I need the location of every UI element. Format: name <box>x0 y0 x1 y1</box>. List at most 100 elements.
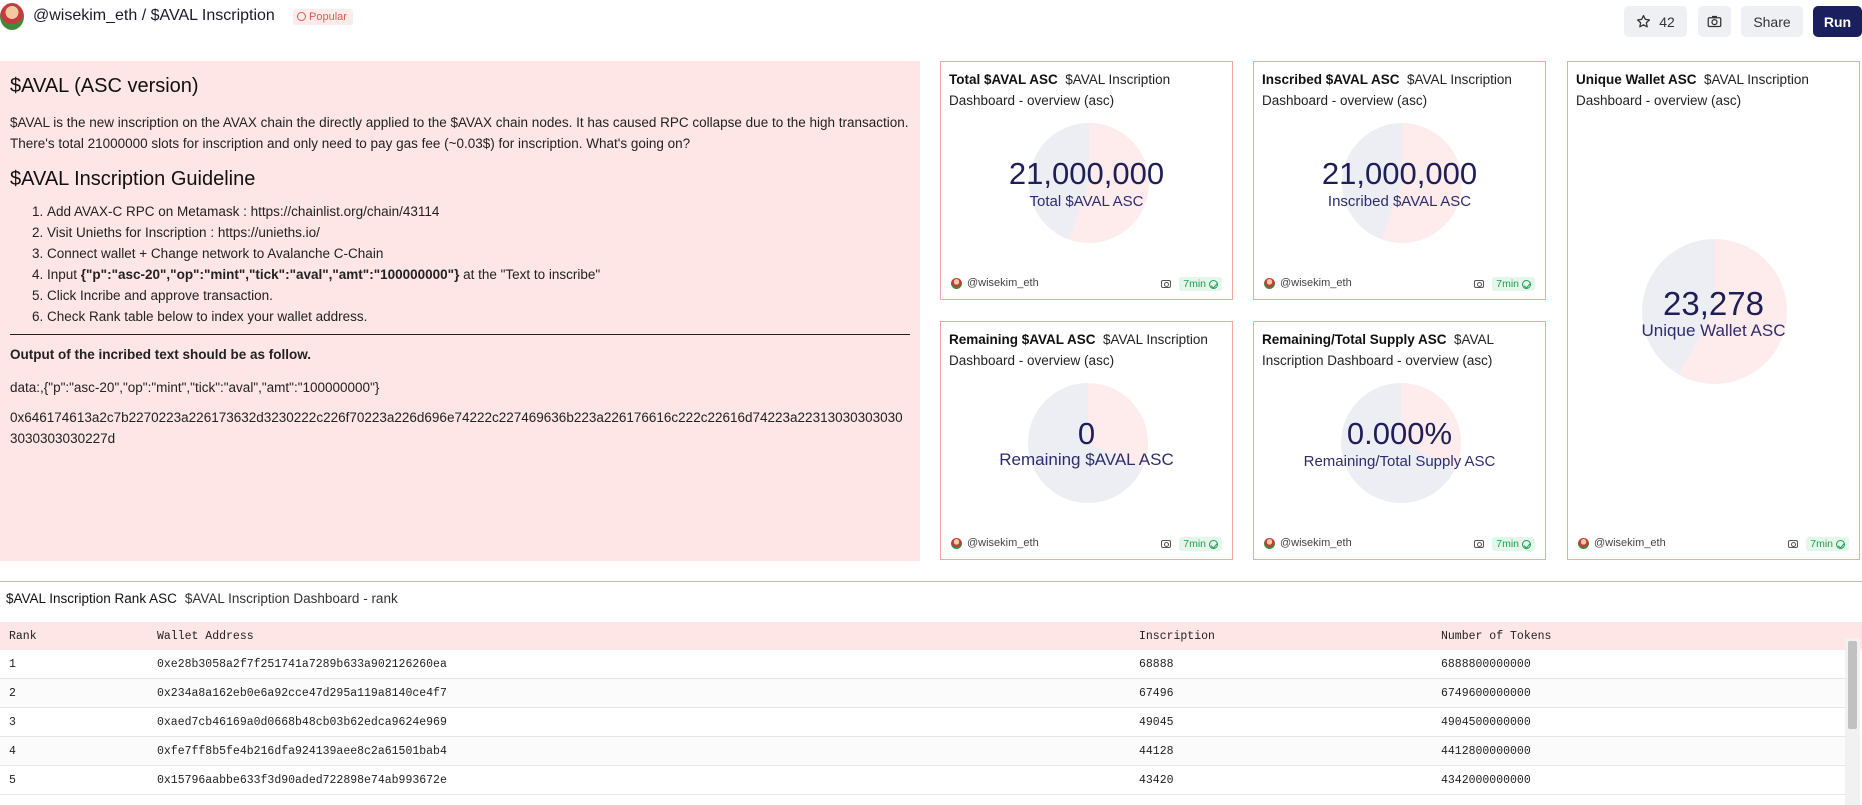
screenshot-button[interactable] <box>1698 6 1731 37</box>
cell-inscription: 44128 <box>1139 745 1174 758</box>
author-avatar <box>951 537 962 549</box>
column-header-inscription[interactable]: Inscription <box>1139 630 1215 643</box>
cell-tokens: 4342000000000 <box>1441 774 1531 787</box>
guide-heading: $AVAL Inscription Guideline <box>10 168 256 190</box>
run-button[interactable]: Run <box>1813 6 1862 37</box>
counter-card-total[interactable]: Total $AVAL ASC $AVAL Inscription Dashbo… <box>940 61 1233 300</box>
card-author[interactable]: @wisekim_eth <box>951 277 1039 289</box>
author-avatar <box>1264 277 1275 289</box>
camera-icon[interactable] <box>1161 540 1172 548</box>
counter-value: 23,278 <box>1663 285 1764 322</box>
cell-tokens: 6749600000000 <box>1441 687 1531 700</box>
counter-label: Remaining/Total Supply ASC <box>1303 453 1496 470</box>
author-name: @wisekim_eth <box>1594 537 1666 549</box>
card-title-bold[interactable]: Unique Wallet ASC <box>1576 72 1697 87</box>
cell-wallet: 0xaed7cb46169a0d0668b48cb03b62edca9624e9… <box>157 716 447 729</box>
cell-inscription: 67496 <box>1139 687 1174 700</box>
refresh-time-badge: 7min <box>1179 277 1222 291</box>
card-title: Remaining/Total Supply ASC $AVAL Inscrip… <box>1262 329 1537 371</box>
rank-subtitle[interactable]: $AVAL Inscription Dashboard - rank <box>185 591 398 606</box>
popular-badge-label: Popular <box>309 11 347 23</box>
star-button[interactable]: 42 <box>1624 6 1687 37</box>
card-title: Inscribed $AVAL ASC $AVAL Inscription Da… <box>1262 69 1537 111</box>
step4-prefix: Input <box>47 267 81 282</box>
card-title-bold[interactable]: Remaining $AVAL ASC <box>949 332 1096 347</box>
counter-value: 21,000,000 <box>1008 156 1165 191</box>
card-footer-right: 7min <box>1788 537 1849 551</box>
camera-icon[interactable] <box>1788 540 1799 548</box>
card-author[interactable]: @wisekim_eth <box>1264 537 1352 549</box>
refresh-time-badge: 7min <box>1492 277 1535 291</box>
table-header: Rank Wallet Address Inscription Number o… <box>0 622 1862 650</box>
cell-inscription: 43420 <box>1139 774 1174 787</box>
cell-tokens: 6888800000000 <box>1441 658 1531 671</box>
card-footer-right: 7min <box>1161 277 1222 291</box>
share-button[interactable]: Share <box>1741 6 1803 37</box>
table-scrollbar[interactable] <box>1845 638 1860 805</box>
step4-suffix: at the "Text to inscribe" <box>459 267 601 282</box>
text-panel: $AVAL (ASC version) $AVAL is the new ins… <box>0 61 920 561</box>
card-title-bold[interactable]: Remaining/Total Supply ASC <box>1262 332 1447 347</box>
author-name: @wisekim_eth <box>967 537 1039 549</box>
card-title-bold[interactable]: Inscribed $AVAL ASC <box>1262 72 1400 87</box>
scrollbar-thumb[interactable] <box>1848 641 1857 729</box>
cell-rank: 2 <box>9 687 16 700</box>
rank-title-main[interactable]: $AVAL Inscription Rank ASC <box>6 591 177 606</box>
guide-step-1: Add AVAX-C RPC on Metamask : https://cha… <box>47 201 910 222</box>
column-header-rank[interactable]: Rank <box>9 630 37 643</box>
author-avatar <box>951 277 962 289</box>
card-title-bold[interactable]: Total $AVAL ASC <box>949 72 1058 87</box>
guide-step-3: Connect wallet + Change network to Avala… <box>47 243 910 264</box>
table-row[interactable]: 5 0x15796aabbe633f3d90aded722898e74ab993… <box>0 766 1845 795</box>
cell-rank: 5 <box>9 774 16 787</box>
counter-label: Unique Wallet ASC <box>1641 321 1786 340</box>
camera-icon[interactable] <box>1474 540 1485 548</box>
guide-step-5: Click Incribe and approve transaction. <box>47 285 910 306</box>
table-row[interactable]: 2 0x234a8a162eb0e6a92cce47d295a119a8140c… <box>0 679 1845 708</box>
guide-step-2: Visit Unieths for Inscription : https://… <box>47 222 910 243</box>
counter-value: 21,000,000 <box>1321 156 1478 191</box>
counter-label: Inscribed $AVAL ASC <box>1327 193 1472 210</box>
counter-card-supply-ratio[interactable]: Remaining/Total Supply ASC $AVAL Inscrip… <box>1253 321 1546 560</box>
cell-rank: 1 <box>9 658 16 671</box>
cell-wallet: 0x15796aabbe633f3d90aded722898e74ab99367… <box>157 774 447 787</box>
card-author[interactable]: @wisekim_eth <box>1264 277 1352 289</box>
cell-rank: 3 <box>9 716 16 729</box>
table-row[interactable]: 3 0xaed7cb46169a0d0668b48cb03b62edca9624… <box>0 708 1845 737</box>
counter-card-inscribed[interactable]: Inscribed $AVAL ASC $AVAL Inscription Da… <box>1253 61 1546 300</box>
counter-card-unique-wallet[interactable]: Unique Wallet ASC $AVAL Inscription Dash… <box>1567 61 1860 560</box>
column-header-wallet[interactable]: Wallet Address <box>157 630 254 643</box>
table-row[interactable]: 1 0xe28b3058a2f7f251741a7289b633a9021262… <box>0 650 1845 679</box>
author-name: @wisekim_eth <box>967 277 1039 289</box>
card-author[interactable]: @wisekim_eth <box>951 537 1039 549</box>
card-title: Unique Wallet ASC $AVAL Inscription Dash… <box>1576 69 1851 111</box>
author-avatar <box>1264 537 1275 549</box>
refresh-time-badge: 7min <box>1492 537 1535 551</box>
check-icon <box>1209 539 1218 549</box>
cell-wallet: 0x234a8a162eb0e6a92cce47d295a119a8140ce4… <box>157 687 447 700</box>
table-row[interactable]: 4 0xfe7ff8b5fe4b216dfa924139aee8c2a61501… <box>0 737 1845 766</box>
avatar[interactable] <box>0 3 24 30</box>
star-count: 42 <box>1659 13 1675 30</box>
popular-badge: Popular <box>293 9 353 25</box>
column-header-tokens[interactable]: Number of Tokens <box>1441 630 1551 643</box>
clock-icon <box>297 12 306 21</box>
refresh-time-badge: 7min <box>1806 537 1849 551</box>
guide-list: Add AVAX-C RPC on Metamask : https://cha… <box>47 201 910 327</box>
rank-title: $AVAL Inscription Rank ASC $AVAL Inscript… <box>6 591 398 606</box>
counter-card-remaining[interactable]: Remaining $AVAL ASC $AVAL Inscription Da… <box>940 321 1233 560</box>
guide-step-6: Check Rank table below to index your wal… <box>47 306 910 327</box>
page-title[interactable]: @wisekim_eth / $AVAL Inscription <box>33 7 275 25</box>
cell-tokens: 4412800000000 <box>1441 745 1531 758</box>
star-icon <box>1637 14 1651 28</box>
card-author[interactable]: @wisekim_eth <box>1578 537 1666 549</box>
output-title: Output of the incribed text should be as… <box>10 347 312 362</box>
check-icon <box>1522 279 1531 289</box>
refresh-time: 7min <box>1496 278 1519 290</box>
camera-icon <box>1707 15 1722 28</box>
camera-icon[interactable] <box>1474 280 1485 288</box>
cell-inscription: 49045 <box>1139 716 1174 729</box>
camera-icon[interactable] <box>1161 280 1172 288</box>
step4-code: {"p":"asc-20","op":"mint","tick":"aval",… <box>80 267 460 282</box>
author-avatar <box>1578 537 1589 549</box>
